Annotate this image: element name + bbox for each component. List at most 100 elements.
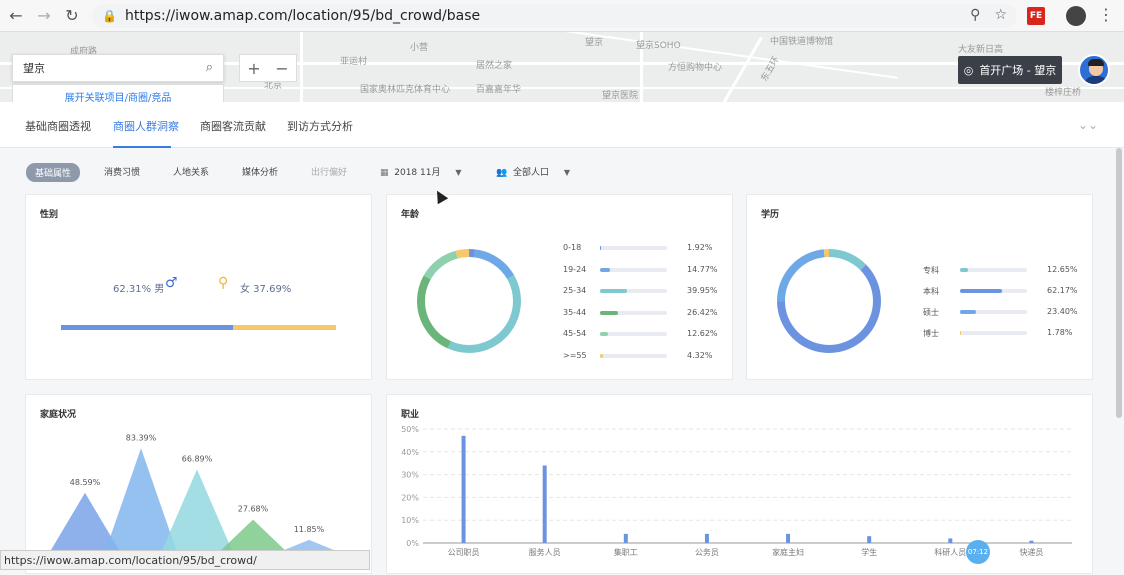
population-value: 全部人口 (512, 168, 549, 178)
y-tick-label: 0% (406, 539, 419, 548)
tab-flow[interactable]: 商圈客流贡献 (200, 118, 266, 134)
url-text[interactable]: https://iwow.amap.com/location/95/bd_cro… (125, 8, 480, 24)
profile-icon[interactable] (1066, 6, 1086, 26)
occupation-bar[interactable] (542, 465, 547, 543)
filter-travel[interactable]: 出行偏好 (311, 165, 347, 178)
reload-icon[interactable]: ↻ (58, 2, 86, 30)
address-bar[interactable]: 🔒 https://iwow.amap.com/location/95/bd_c… (92, 4, 1017, 28)
legend-value: 62.17% (1047, 286, 1078, 295)
legend-track (600, 267, 667, 272)
month-select[interactable]: ▦ 2018 11月 ▼ (380, 165, 462, 178)
back-icon[interactable]: ← (2, 2, 30, 30)
x-tick-label: 科研人员 (934, 547, 966, 557)
x-tick-label: 家庭主妇 (772, 547, 804, 557)
x-tick-label: 学生 (861, 547, 877, 557)
legend-fill (960, 310, 976, 314)
female-bar (233, 325, 336, 330)
status-bar: https://iwow.amap.com/location/95/bd_cro… (0, 550, 370, 570)
legend-value: 12.62% (687, 329, 718, 338)
month-value: 2018 11月 (394, 168, 441, 178)
collapse-icon[interactable]: ⌄⌄ (1078, 118, 1098, 132)
occupation-bar[interactable] (704, 533, 709, 543)
search-value[interactable]: 望京 (23, 60, 45, 76)
x-tick-label: 公司职员 (448, 548, 480, 557)
legend-label: 35-44 (563, 307, 587, 317)
filter-basic[interactable]: 基础属性 (26, 163, 81, 182)
tab-base[interactable]: 基础商圈透视 (25, 118, 91, 134)
occupation-bar[interactable] (786, 533, 791, 543)
search-icon[interactable]: ⌕ (206, 60, 213, 75)
legend-track (600, 353, 667, 358)
occupation-bar[interactable] (461, 435, 466, 543)
map-label: 居然之家 (476, 61, 513, 71)
map-label: 亚运村 (340, 57, 368, 67)
female-icon: ⚲ (218, 275, 229, 291)
filter-media[interactable]: 媒体分析 (242, 165, 278, 178)
family-peak (104, 448, 178, 555)
education-card: 学历 专科 12.65% 本科 62.17% 硕士 23.40% 博士 1.78% (746, 194, 1093, 380)
y-tick-label: 10% (401, 516, 419, 525)
bookmark-star-icon[interactable]: ☆ (994, 7, 1007, 23)
card-title: 职业 (401, 410, 420, 420)
map-label: 小营 (410, 43, 429, 53)
map-label: 国家奥林匹克体育中心 (360, 85, 451, 95)
map-label: 望京 (585, 38, 604, 48)
extension-icon[interactable]: FE (1027, 7, 1045, 25)
zoom-in-button[interactable]: + (247, 59, 260, 78)
legend-fill (600, 332, 609, 336)
card-title: 学历 (761, 210, 780, 220)
people-icon: 👥 (496, 168, 508, 178)
zoom-icon[interactable]: ⚲ (970, 7, 980, 23)
family-peak-label: 27.68% (238, 505, 269, 514)
family-peak-label: 66.89% (182, 454, 213, 463)
map-label: 望京医院 (602, 91, 639, 101)
y-tick-label: 40% (401, 448, 419, 457)
legend-value: 1.92% (687, 243, 713, 252)
zoom-out-button[interactable]: − (275, 59, 288, 78)
family-peak-label: 11.85% (294, 525, 325, 534)
filter-relation[interactable]: 人地关系 (173, 165, 209, 178)
poi-button[interactable]: ◎ 首开广场 - 望京 (958, 56, 1062, 84)
legend-value: 39.95% (687, 286, 718, 295)
map-label: 楼梓庄桥 (1045, 88, 1082, 98)
legend-fill (600, 353, 603, 358)
legend-fill (600, 246, 602, 250)
legend-label: 硕士 (923, 308, 939, 317)
occupation-bar[interactable] (867, 536, 872, 543)
legend-value: 23.40% (1047, 307, 1078, 316)
legend-label: 本科 (923, 287, 939, 296)
map-label: 百嘉嘉年华 (476, 85, 522, 95)
map-label: 大友新日高 (958, 45, 1004, 55)
legend-value: 26.42% (687, 307, 718, 317)
forward-icon[interactable]: → (30, 2, 58, 30)
poi-label: 首开广场 - 望京 (979, 64, 1057, 77)
tab-visit[interactable]: 到访方式分析 (287, 118, 353, 134)
menu-icon[interactable]: ⋮ (1098, 5, 1114, 24)
avatar[interactable] (1078, 54, 1110, 86)
legend-track (960, 310, 1027, 314)
calendar-icon: ▦ (380, 168, 389, 178)
legend-label: 0-18 (563, 243, 582, 252)
zoom-controls: + − (239, 54, 297, 82)
tab-crowd[interactable]: 商圈人群洞察 (113, 118, 179, 134)
male-bar (61, 325, 233, 330)
occupation-bar[interactable] (948, 538, 953, 543)
filter-consumption[interactable]: 消费习惯 (104, 165, 140, 178)
legend-value: 12.65% (1047, 265, 1078, 274)
occupation-bar[interactable] (623, 533, 628, 543)
legend-fill (960, 331, 962, 335)
scrollbar[interactable] (1116, 148, 1122, 418)
gender-card: 性别 62.31% 男 ♂ ⚲ 女 37.69% (25, 194, 372, 380)
male-icon: ♂ (165, 275, 178, 291)
content-area: 基础属性 消费习惯 人地关系 媒体分析 出行偏好 ▦ 2018 11月 ▼ 👥 … (0, 148, 1124, 574)
population-select[interactable]: 👥 全部人口 ▼ (496, 165, 570, 178)
legend-value: 4.32% (687, 350, 713, 360)
map-label: 方恒购物中心 (668, 63, 723, 73)
map-search-input[interactable]: 望京 ⌕ (12, 54, 224, 82)
family-peak-label: 48.59% (70, 478, 101, 487)
legend-fill (600, 289, 627, 293)
legend-fill (600, 267, 610, 272)
occupation-bar[interactable] (1029, 540, 1034, 543)
legend-track (600, 246, 667, 250)
browser-toolbar: ← → ↻ 🔒 https://iwow.amap.com/location/9… (0, 0, 1124, 32)
